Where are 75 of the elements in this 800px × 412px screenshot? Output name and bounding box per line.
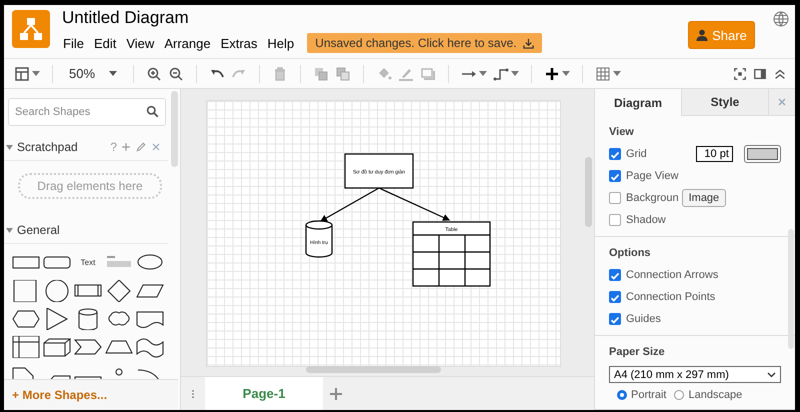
page-tab[interactable]: Page-1 [205, 377, 323, 410]
shape-icon[interactable] [136, 336, 164, 358]
section-title[interactable]: General [17, 223, 168, 237]
menu-item[interactable]: Arrange [159, 34, 216, 52]
checkbox-label: Connection Arrows [626, 269, 718, 281]
checkbox-label: Connection Points [626, 291, 716, 303]
checkbox-label: Guides [626, 313, 661, 325]
scrollbar[interactable] [171, 91, 178, 167]
radio-label: Portrait [631, 389, 666, 401]
scrollbar[interactable] [306, 366, 441, 373]
unsaved-changes-notice[interactable]: Unsaved changes. Click here to save. [307, 33, 542, 53]
more-shapes-link[interactable]: + More Shapes... [4, 379, 178, 410]
caret-icon [511, 71, 520, 76]
collapse-triangle-icon[interactable] [6, 144, 13, 150]
zoom-dropdown[interactable]: 50% [65, 66, 122, 81]
shape-icon[interactable] [43, 336, 71, 358]
menu-item[interactable]: View [121, 34, 160, 52]
chevron-icon [767, 372, 776, 378]
menu-item[interactable]: Edit [88, 34, 122, 52]
scrollbar[interactable] [788, 229, 794, 349]
checkbox[interactable] [609, 170, 621, 182]
checkbox[interactable] [609, 214, 621, 226]
zoom-in-icon[interactable] [146, 66, 162, 82]
menu-item[interactable]: Extras [216, 34, 262, 52]
checkbox[interactable] [609, 291, 621, 303]
checkbox[interactable] [609, 269, 621, 281]
globe-icon[interactable] [773, 11, 789, 27]
section-heading: Paper Size [609, 346, 666, 358]
app-logo [12, 10, 50, 48]
paper-size-select[interactable]: A4 (210 mm x 297 mm) [609, 366, 781, 383]
section-title[interactable]: Scratchpad [17, 140, 106, 154]
shape-icon[interactable] [43, 280, 71, 302]
section-heading: View [609, 126, 635, 138]
grid-size-field[interactable]: 10 pt [696, 146, 733, 162]
image-button[interactable]: Image [682, 189, 726, 207]
search-icon[interactable] [146, 105, 159, 118]
pencil-icon[interactable] [135, 141, 147, 153]
plus-icon[interactable] [544, 66, 560, 82]
caret-icon [613, 71, 622, 76]
caret-icon [479, 71, 488, 76]
elbow-connector-icon[interactable] [493, 66, 510, 82]
zoom-out-icon[interactable] [168, 66, 184, 82]
radio-label: Landscape [688, 389, 742, 401]
caret-icon [32, 71, 40, 76]
scrollbar[interactable] [585, 157, 592, 227]
download-icon [522, 38, 534, 48]
panel-toggle-icon[interactable] [753, 66, 767, 80]
checkbox[interactable] [609, 313, 621, 325]
search-field[interactable]: Search Shapes [8, 98, 166, 126]
checkbox-label: Backgroun [626, 192, 679, 204]
shape-icon[interactable] [105, 280, 133, 302]
radio-button[interactable] [674, 390, 684, 400]
shape-icon[interactable] [12, 308, 40, 330]
user-icon [696, 29, 708, 41]
menu-item[interactable]: File [58, 34, 89, 52]
caret-icon [562, 71, 570, 76]
menu-item[interactable]: Help [262, 34, 300, 52]
checkbox[interactable] [609, 148, 621, 160]
checkbox-label: Shadow [626, 214, 666, 226]
fullscreen-icon[interactable] [733, 66, 747, 80]
text-shape[interactable]: Text [74, 252, 102, 272]
collapse-triangle-icon[interactable] [6, 228, 13, 232]
table-icon[interactable] [595, 66, 612, 82]
add-page-icon[interactable] [328, 386, 344, 402]
checkbox[interactable] [609, 192, 621, 204]
caret-icon [109, 71, 118, 76]
checkbox-label: Grid [626, 148, 647, 160]
shape-icon[interactable] [12, 336, 40, 358]
panel-tab[interactable]: Style [681, 89, 768, 116]
section-heading: Options [609, 247, 652, 259]
document-title[interactable]: Untitled Diagram [58, 8, 542, 28]
checkbox-label: Page View [626, 170, 678, 182]
layout-icon[interactable] [14, 66, 30, 82]
grid-color-swatch[interactable] [744, 145, 781, 163]
radio-button[interactable] [617, 390, 627, 400]
